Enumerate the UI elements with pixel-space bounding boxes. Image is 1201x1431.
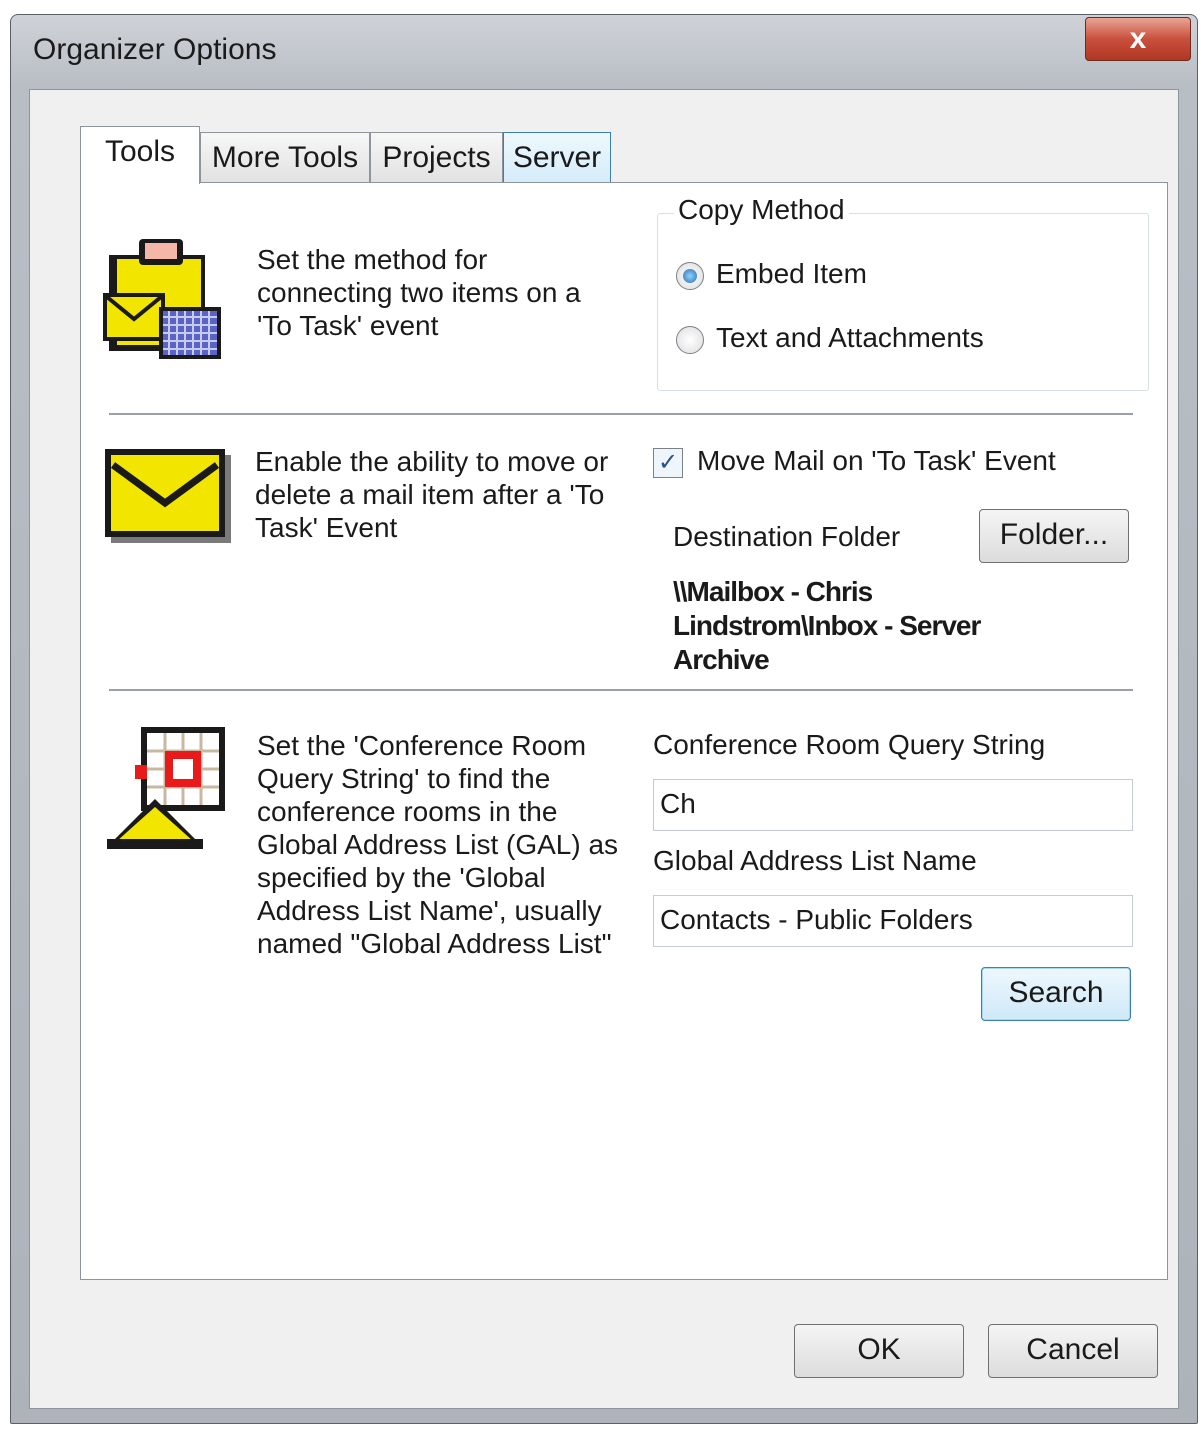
copy-method-group: Copy Method Embed Item Text and Attachme… — [657, 194, 1149, 391]
gal-name-label: Global Address List Name — [653, 845, 977, 876]
move-mail-description: Enable the ability to move or delete a m… — [255, 446, 609, 543]
tab-server[interactable]: Server — [503, 132, 611, 182]
ok-button[interactable]: OK — [794, 1324, 964, 1378]
tools-tab-panel: Set the method for connecting two items … — [80, 182, 1168, 1280]
tab-more-tools[interactable]: More Tools — [200, 132, 370, 182]
separator — [109, 413, 1133, 417]
move-mail-checkbox-row[interactable]: ✓ Move Mail on 'To Task' Event — [653, 445, 1056, 478]
radio-unselected-icon[interactable] — [676, 325, 704, 354]
query-string-label: Conference Room Query String — [653, 729, 1046, 760]
tab-tools[interactable]: Tools — [80, 126, 200, 184]
embed-item-option[interactable]: Embed Item — [676, 258, 867, 290]
embed-item-label: Embed Item — [716, 258, 867, 289]
cancel-button[interactable]: Cancel — [988, 1324, 1158, 1378]
copy-method-description: Set the method for connecting two items … — [257, 244, 581, 341]
destination-folder-label: Destination Folder — [673, 521, 901, 552]
folder-button[interactable]: Folder... — [979, 509, 1129, 563]
separator — [109, 689, 1133, 693]
destination-folder-path: \\Mailbox - Chris Lindstrom\Inbox - Serv… — [673, 576, 981, 675]
move-mail-checkbox-label: Move Mail on 'To Task' Event — [697, 445, 1056, 476]
mail-envelope-icon — [105, 449, 231, 543]
conference-room-description: Set the 'Conference Room Query String' t… — [257, 730, 619, 959]
tab-projects[interactable]: Projects — [370, 132, 503, 182]
organizer-options-dialog: Organizer Options x Tools More Tools Pro… — [10, 14, 1198, 1424]
conference-room-icon — [107, 727, 225, 849]
text-and-attachments-option[interactable]: Text and Attachments — [676, 322, 984, 354]
dialog-client-area: Tools More Tools Projects Server Set the… — [29, 89, 1179, 1409]
query-string-input[interactable]: Ch — [653, 779, 1133, 831]
close-button[interactable]: x — [1085, 17, 1191, 61]
checkmark-icon[interactable]: ✓ — [653, 447, 683, 478]
copy-method-group-label: Copy Method — [674, 194, 849, 226]
radio-selected-icon[interactable] — [676, 261, 704, 290]
search-button[interactable]: Search — [981, 967, 1131, 1021]
task-clipboard-icon — [103, 239, 221, 359]
text-and-attachments-label: Text and Attachments — [716, 322, 984, 353]
gal-name-input[interactable]: Contacts - Public Folders — [653, 895, 1133, 947]
window-title: Organizer Options — [33, 33, 277, 66]
